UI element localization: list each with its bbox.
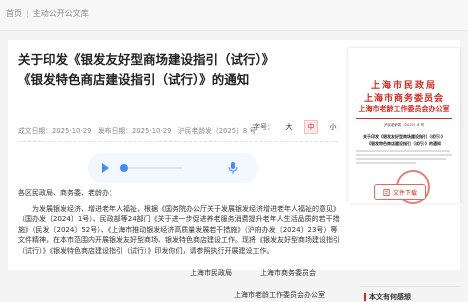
document-preview[interactable]: 上海市民政局 上海市商务委员会 上海市老龄工作委员会办公室 沪民老龄发〔2025… xyxy=(348,48,460,204)
breadcrumb: 首页 | 主动公开公文库 xyxy=(6,8,89,19)
font-size-control: 字号： 大 中 小 xyxy=(253,120,340,134)
breadcrumb-section[interactable]: 主动公开公文库 xyxy=(33,8,89,19)
doc-preview-title-1: 关于印发《银发友好型商场建设指引（试行）》 xyxy=(363,134,445,139)
doc-preview-number: 沪民老龄发〔2025〕8 号 xyxy=(383,123,425,127)
article-panel: 关于印发《银发友好型商场建设指引（试行）》《银发特色商店建设指引（试行）》的通知… xyxy=(8,40,460,301)
signer-commerce: 上海市商务委员会 xyxy=(260,269,316,277)
doc-text-line xyxy=(356,154,452,156)
doc-text-line xyxy=(356,158,446,160)
doc-text-line xyxy=(356,150,450,152)
audio-progress-track[interactable] xyxy=(122,167,182,169)
download-icon xyxy=(383,188,390,196)
body-paragraph: 为发展银发经济、增进老年人福祉，根据《国务院办公厅关于发展银发经济增进老年人福祉… xyxy=(18,204,340,255)
sidebar-heading-label: 本文有何感想 xyxy=(369,293,411,301)
publish-date: 发布日期：2025-10-29 xyxy=(98,127,172,135)
play-icon[interactable] xyxy=(102,163,109,173)
sidebar-heading: 本文有何感想 xyxy=(364,292,411,302)
microphone-icon[interactable] xyxy=(228,162,238,174)
doc-number: 沪民老龄发〔2025〕8 号 xyxy=(178,127,257,135)
font-small-button[interactable]: 小 xyxy=(326,120,340,134)
meta-divider xyxy=(18,141,338,142)
signer-aging-office: 上海市老龄工作委员会办公室 xyxy=(234,291,325,299)
audio-player xyxy=(88,153,258,183)
font-large-button[interactable]: 大 xyxy=(282,120,296,134)
written-date: 成文日期：2025-10-29 xyxy=(18,127,92,135)
download-label: 文件下载 xyxy=(392,189,417,197)
font-medium-button[interactable]: 中 xyxy=(304,120,318,134)
salutation: 各区民政局、商务委、老龄办： xyxy=(18,189,116,197)
breadcrumb-separator: | xyxy=(26,9,29,18)
file-download-button[interactable]: 文件下载 xyxy=(374,184,426,200)
signer-civil-affairs: 上海市民政局 xyxy=(190,269,232,277)
font-size-label: 字号： xyxy=(253,123,274,131)
breadcrumb-home[interactable]: 首页 xyxy=(6,8,22,19)
article-body: 各区民政局、商务委、老龄办： 为发展银发经济、增进老年人福祉，根据《国务院办公厅… xyxy=(18,188,340,262)
doc-header-2: 上海市商务委员会 xyxy=(363,94,444,104)
audio-progress-handle[interactable] xyxy=(120,164,128,172)
top-bar: 首页 | 主动公开公文库 xyxy=(0,0,468,31)
sidebar-divider xyxy=(360,286,460,287)
doc-red-rule xyxy=(356,118,452,119)
article-title: 关于印发《银发友好型商场建设指引（试行）》《银发特色商店建设指引（试行）》的通知 xyxy=(18,52,275,87)
doc-header-1: 上海市民政局 xyxy=(370,81,437,91)
doc-preview-title-2: 《银发特色商店建设指引（试行）》的通知 xyxy=(367,141,441,146)
doc-text-line xyxy=(356,162,416,164)
doc-header-3: 上海市老龄工作委员会办公室 xyxy=(358,105,450,113)
heading-accent-bar xyxy=(364,293,366,301)
